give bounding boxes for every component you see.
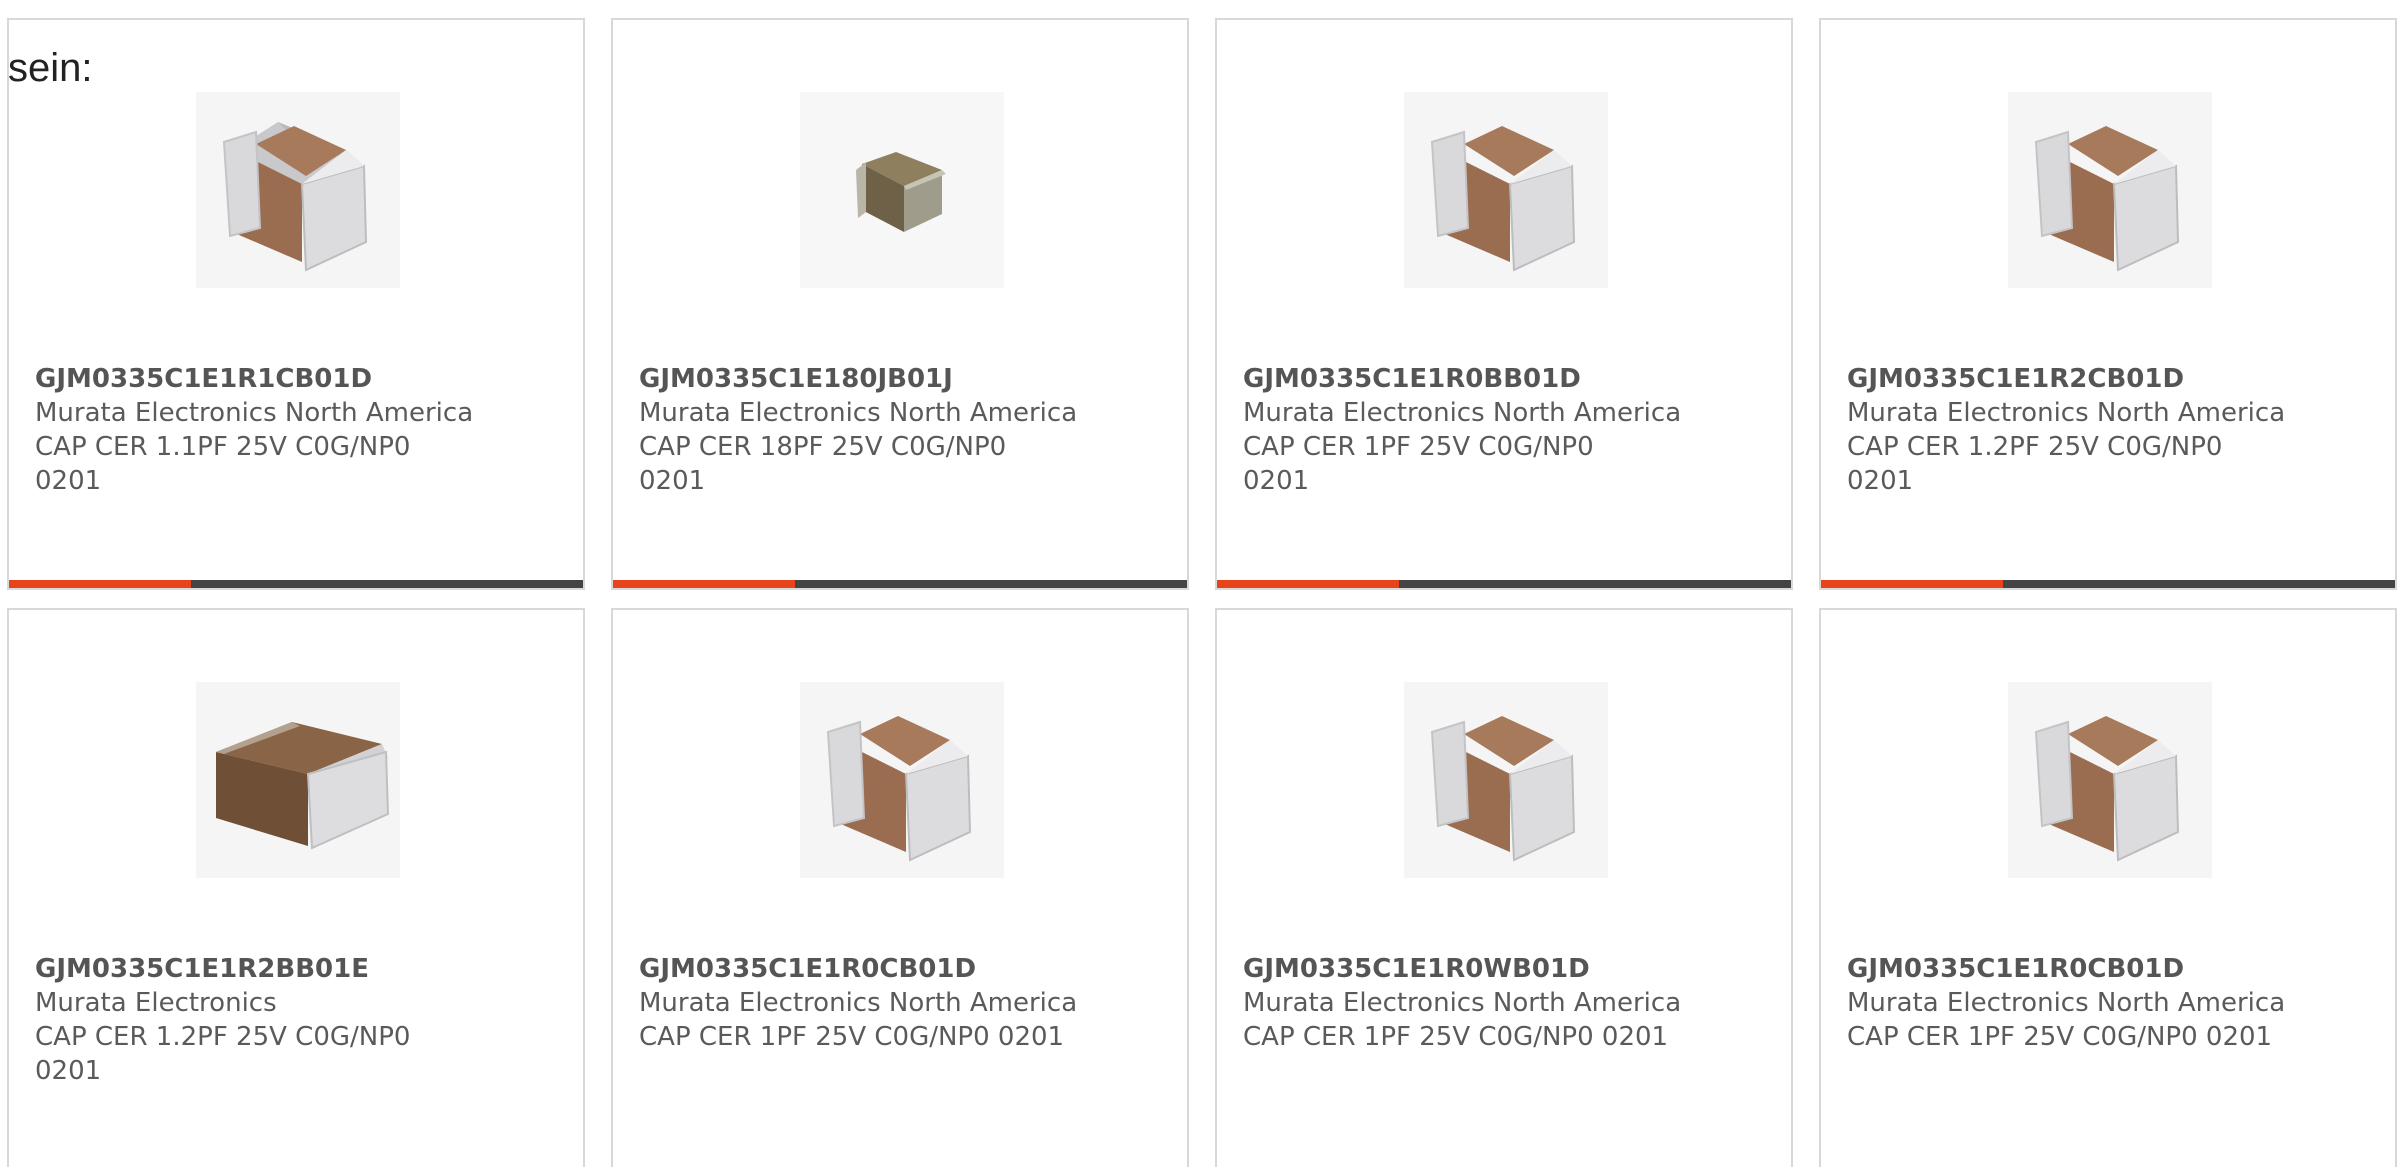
product-info: GJM0335C1E1R1CB01D Murata Electronics No… xyxy=(35,362,555,498)
chip-capacitor-large-icon xyxy=(2008,92,2212,288)
manufacturer: Murata Electronics North America xyxy=(35,398,474,428)
product-card[interactable]: GJM0335C1E1R0BB01D Murata Electronics No… xyxy=(1215,18,1793,590)
manufacturer: Murata Electronics North America xyxy=(639,398,1078,428)
manufacturer: Murata Electronics xyxy=(35,988,277,1018)
product-grid: GJM0335C1E1R1CB01D Murata Electronics No… xyxy=(0,0,2400,1167)
product-info: GJM0335C1E1R0BB01D Murata Electronics No… xyxy=(1243,362,1763,498)
chip-capacitor-flat-icon xyxy=(196,682,400,878)
product-info: GJM0335C1E180JB01J Murata Electronics No… xyxy=(639,362,1159,498)
accent-bar xyxy=(9,580,191,588)
product-card[interactable]: GJM0335C1E1R1CB01D Murata Electronics No… xyxy=(7,18,585,590)
product-info: GJM0335C1E1R0CB01D Murata Electronics No… xyxy=(1847,952,2367,1054)
part-number[interactable]: GJM0335C1E1R2CB01D xyxy=(1847,362,2367,396)
description: CAP CER 1PF 25V C0G/NP0 0201 xyxy=(1243,432,1594,496)
part-number[interactable]: GJM0335C1E1R0WB01D xyxy=(1243,952,1763,986)
product-info: GJM0335C1E1R2BB01E Murata Electronics CA… xyxy=(35,952,555,1088)
accent-bar xyxy=(613,580,795,588)
manufacturer: Murata Electronics North America xyxy=(639,988,1078,1018)
description: CAP CER 1PF 25V C0G/NP0 0201 xyxy=(1847,1022,2273,1052)
description: CAP CER 18PF 25V C0G/NP0 0201 xyxy=(639,432,1007,496)
manufacturer: Murata Electronics North America xyxy=(1847,988,2286,1018)
product-info: GJM0335C1E1R0CB01D Murata Electronics No… xyxy=(639,952,1159,1054)
chip-capacitor-large-icon xyxy=(1404,92,1608,288)
card-bottom-bar xyxy=(1821,580,2395,588)
description: CAP CER 1.1PF 25V C0G/NP0 0201 xyxy=(35,432,411,496)
chip-capacitor-large-icon xyxy=(800,682,1004,878)
card-bottom-bar xyxy=(613,580,1187,588)
accent-bar xyxy=(1821,580,2003,588)
product-card[interactable]: GJM0335C1E1R2BB01E Murata Electronics CA… xyxy=(7,608,585,1167)
description: CAP CER 1PF 25V C0G/NP0 0201 xyxy=(639,1022,1065,1052)
product-card[interactable]: GJM0335C1E180JB01J Murata Electronics No… xyxy=(611,18,1189,590)
description: CAP CER 1.2PF 25V C0G/NP0 0201 xyxy=(35,1022,411,1086)
product-card[interactable]: GJM0335C1E1R2CB01D Murata Electronics No… xyxy=(1819,18,2397,590)
part-number[interactable]: GJM0335C1E1R1CB01D xyxy=(35,362,555,396)
manufacturer: Murata Electronics North America xyxy=(1243,988,1682,1018)
chip-capacitor-large-icon xyxy=(1404,682,1608,878)
product-card[interactable]: GJM0335C1E1R0CB01D Murata Electronics No… xyxy=(611,608,1189,1167)
page: sein: GJM0335C1E1R1CB01D Murata Electron… xyxy=(0,0,2400,1167)
product-card[interactable]: GJM0335C1E1R0CB01D Murata Electronics No… xyxy=(1819,608,2397,1167)
intro-text: sein: xyxy=(8,46,93,90)
accent-bar xyxy=(1217,580,1399,588)
product-card[interactable]: GJM0335C1E1R0WB01D Murata Electronics No… xyxy=(1215,608,1793,1167)
part-number[interactable]: GJM0335C1E1R0BB01D xyxy=(1243,362,1763,396)
manufacturer: Murata Electronics North America xyxy=(1243,398,1682,428)
card-bottom-bar xyxy=(9,580,583,588)
card-bottom-bar xyxy=(1217,580,1791,588)
description: CAP CER 1PF 25V C0G/NP0 0201 xyxy=(1243,1022,1669,1052)
product-info: GJM0335C1E1R0WB01D Murata Electronics No… xyxy=(1243,952,1763,1054)
chip-capacitor-small-icon xyxy=(800,92,1004,288)
product-info: GJM0335C1E1R2CB01D Murata Electronics No… xyxy=(1847,362,2367,498)
description: CAP CER 1.2PF 25V C0G/NP0 0201 xyxy=(1847,432,2223,496)
part-number[interactable]: GJM0335C1E180JB01J xyxy=(639,362,1159,396)
part-number[interactable]: GJM0335C1E1R0CB01D xyxy=(1847,952,2367,986)
chip-capacitor-large-icon xyxy=(2008,682,2212,878)
chip-capacitor-large-icon xyxy=(196,92,400,288)
manufacturer: Murata Electronics North America xyxy=(1847,398,2286,428)
part-number[interactable]: GJM0335C1E1R2BB01E xyxy=(35,952,555,986)
part-number[interactable]: GJM0335C1E1R0CB01D xyxy=(639,952,1159,986)
